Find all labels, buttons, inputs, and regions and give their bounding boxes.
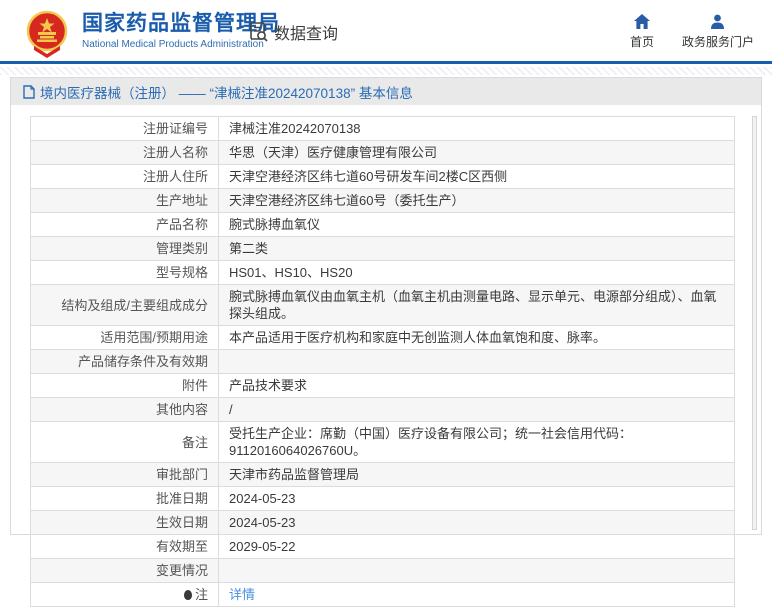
table-row: 注册证编号 津械注准20242070138 bbox=[30, 116, 735, 141]
row-label: 适用范围/预期用途 bbox=[30, 325, 219, 350]
row-label: 其他内容 bbox=[30, 397, 219, 422]
nav-portal-label: 政务服务门户 bbox=[681, 35, 754, 49]
table-row: 型号规格 HS01、HS10、HS20 bbox=[30, 260, 735, 285]
home-icon bbox=[633, 14, 650, 29]
table-row: 有效期至 2029-05-22 bbox=[30, 534, 735, 559]
table-row: 适用范围/预期用途 本产品适用于医疗机构和家庭中无创监测人体血氧饱和度、脉率。 bbox=[30, 325, 735, 350]
row-label: 注 bbox=[30, 582, 219, 607]
site-header: 国家药品监督管理局 National Medical Products Admi… bbox=[0, 0, 772, 64]
row-value: 2024-05-23 bbox=[218, 510, 735, 535]
table-row: 变更情况 bbox=[30, 558, 735, 583]
row-value bbox=[218, 349, 735, 374]
info-table-body: 注册证编号 津械注准20242070138 注册人名称 华思（天津）医疗健康管理有限公… bbox=[30, 116, 735, 607]
table-row: 生产地址 天津空港经济区纬七道60号（委托生产） bbox=[30, 188, 735, 213]
table-row: 管理类别 第二类 bbox=[30, 236, 735, 261]
table-row: 备注 受托生产企业：席勤（中国）医疗设备有限公司；统一社会信用代码：9112016… bbox=[30, 421, 735, 463]
row-value: HS01、HS10、HS20 bbox=[218, 260, 735, 285]
row-value: 腕式脉搏血氧仪由血氧主机（血氧主机由测量电路、显示单元、电源部分组成）、血氧探头… bbox=[218, 284, 735, 326]
row-label: 备注 bbox=[30, 421, 219, 463]
row-value: 华思（天津）医疗健康管理有限公司 bbox=[218, 140, 735, 165]
table-row: 审批部门 天津市药品监督管理局 bbox=[30, 462, 735, 487]
row-label: 审批部门 bbox=[30, 462, 219, 487]
table-row: 产品名称 腕式脉搏血氧仪 bbox=[30, 212, 735, 237]
data-query-tab[interactable]: 数据查询 bbox=[248, 20, 338, 44]
national-emblem-icon bbox=[26, 10, 68, 58]
table-row: 附件 产品技术要求 bbox=[30, 373, 735, 398]
row-label: 型号规格 bbox=[30, 260, 219, 285]
row-label: 注册人名称 bbox=[30, 140, 219, 165]
registration-info-table: 注册证编号 津械注准20242070138 注册人名称 华思（天津）医疗健康管理有限公… bbox=[30, 116, 735, 607]
row-label: 注册人住所 bbox=[30, 164, 219, 189]
table-row: 注详情 bbox=[30, 582, 735, 607]
row-value: / bbox=[218, 397, 735, 422]
table-row: 注册人住所 天津空港经济区纬七道60号研发车间2楼C区西侧 bbox=[30, 164, 735, 189]
row-value: 天津空港经济区纬七道60号研发车间2楼C区西侧 bbox=[218, 164, 735, 189]
row-label: 产品名称 bbox=[30, 212, 219, 237]
doc-search-icon bbox=[248, 21, 270, 43]
row-value bbox=[218, 558, 735, 583]
page-title-bar: 境内医疗器械（注册） —— “津械注准20242070138” 基本信息 bbox=[11, 78, 761, 105]
top-nav: 首页 政务服务门户 bbox=[630, 14, 754, 50]
registration-info-table-wrap: 注册证编号 津械注准20242070138 注册人名称 华思（天津）医疗健康管理有限公… bbox=[30, 116, 735, 607]
nav-item-home[interactable]: 首页 bbox=[630, 14, 654, 50]
hatch-strip bbox=[0, 67, 772, 75]
row-value: 津械注准20242070138 bbox=[218, 116, 735, 141]
nav-item-portal[interactable]: 政务服务门户 bbox=[682, 14, 754, 50]
row-value: 天津市药品监督管理局 bbox=[218, 462, 735, 487]
table-row: 生效日期 2024-05-23 bbox=[30, 510, 735, 535]
row-value: 2024-05-23 bbox=[218, 486, 735, 511]
balloon-note-icon bbox=[183, 590, 192, 600]
row-value: 2029-05-22 bbox=[218, 534, 735, 559]
data-query-label: 数据查询 bbox=[274, 26, 339, 43]
row-label: 生产地址 bbox=[30, 188, 219, 213]
row-value: 本产品适用于医疗机构和家庭中无创监测人体血氧饱和度、脉率。 bbox=[218, 325, 735, 350]
row-label: 产品储存条件及有效期 bbox=[30, 349, 219, 374]
user-icon bbox=[710, 14, 725, 29]
document-icon bbox=[23, 84, 35, 99]
row-value: 天津空港经济区纬七道60号（委托生产） bbox=[218, 188, 735, 213]
row-label: 管理类别 bbox=[30, 236, 219, 261]
table-row: 批准日期 2024-05-23 bbox=[30, 486, 735, 511]
row-label: 批准日期 bbox=[30, 486, 219, 511]
row-label: 结构及组成/主要组成成分 bbox=[30, 284, 219, 326]
national-emblem-logo bbox=[24, 10, 70, 58]
row-value: 腕式脉搏血氧仪 bbox=[218, 212, 735, 237]
content-panel: 境内医疗器械（注册） —— “津械注准20242070138” 基本信息 注册证… bbox=[10, 77, 762, 607]
details-link[interactable]: 详情 bbox=[229, 587, 255, 602]
row-label: 变更情况 bbox=[30, 558, 219, 583]
table-row: 产品储存条件及有效期 bbox=[30, 349, 735, 374]
row-value: 产品技术要求 bbox=[218, 373, 735, 398]
page-title: 境内医疗器械（注册） —— “津械注准20242070138” 基本信息 bbox=[40, 85, 413, 101]
vertical-scrollbar[interactable] bbox=[752, 116, 757, 530]
row-label: 附件 bbox=[30, 373, 219, 398]
table-row: 其他内容 / bbox=[30, 397, 735, 422]
row-label: 有效期至 bbox=[30, 534, 219, 559]
row-value: 第二类 bbox=[218, 236, 735, 261]
row-value: 受托生产企业：席勤（中国）医疗设备有限公司；统一社会信用代码：911201606… bbox=[218, 421, 735, 463]
table-row: 注册人名称 华思（天津）医疗健康管理有限公司 bbox=[30, 140, 735, 165]
nav-home-label: 首页 bbox=[629, 35, 654, 49]
row-label: 注册证编号 bbox=[30, 116, 219, 141]
table-row: 结构及组成/主要组成成分 腕式脉搏血氧仪由血氧主机（血氧主机由测量电路、显示单元、… bbox=[30, 284, 735, 326]
row-value: 详情 bbox=[218, 582, 735, 607]
row-label: 生效日期 bbox=[30, 510, 219, 535]
